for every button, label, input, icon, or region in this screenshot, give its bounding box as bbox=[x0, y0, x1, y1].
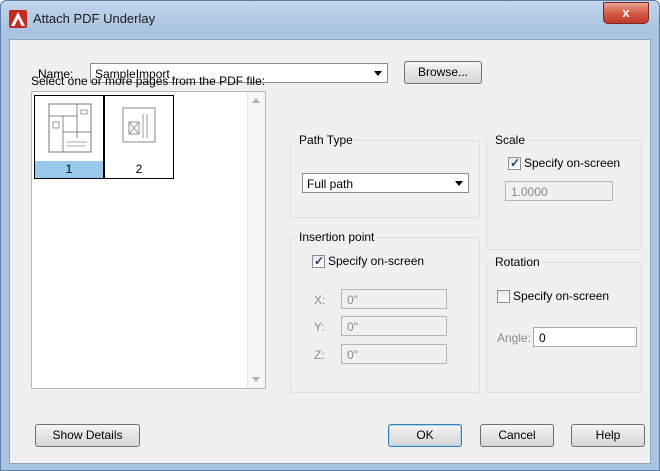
insertion-point-group: Insertion point ✓ Specify on-screen X: 0… bbox=[290, 230, 480, 393]
floorplan-thumbnail-icon bbox=[48, 103, 92, 153]
show-details-button[interactable]: Show Details bbox=[35, 424, 140, 447]
insertion-specify-label: Specify on-screen bbox=[328, 254, 425, 268]
angle-input[interactable]: 0 bbox=[533, 327, 637, 347]
page-thumbnail-1[interactable]: 1 bbox=[34, 95, 104, 179]
ok-button[interactable]: OK bbox=[388, 424, 462, 447]
page-list-scrollbar[interactable] bbox=[247, 92, 265, 388]
dialog-body: Name: SampleImport Browse... Select one … bbox=[9, 39, 651, 464]
path-type-value: Full path bbox=[307, 177, 354, 191]
scale-value: 1.0000 bbox=[511, 185, 548, 199]
dialog-window: Attach PDF Underlay x Name: SampleImport… bbox=[0, 0, 660, 471]
page-number: 2 bbox=[135, 162, 143, 176]
y-value: 0" bbox=[347, 320, 358, 334]
x-input[interactable]: 0" bbox=[341, 289, 447, 309]
path-type-dropdown[interactable]: Full path bbox=[302, 173, 469, 193]
scale-specify-label: Specify on-screen bbox=[524, 156, 621, 170]
insertion-point-title: Insertion point bbox=[297, 230, 377, 244]
close-button[interactable]: x bbox=[603, 2, 649, 24]
page-number: 1 bbox=[35, 161, 103, 178]
close-icon: x bbox=[622, 5, 630, 20]
angle-value: 0 bbox=[539, 331, 546, 345]
path-type-group: Path Type Full path bbox=[290, 133, 480, 218]
rotation-specify-checkbox[interactable] bbox=[497, 290, 510, 303]
angle-label: Angle: bbox=[497, 331, 532, 345]
pages-instruction: Select one or more pages from the PDF fi… bbox=[31, 74, 266, 88]
rotation-title: Rotation bbox=[493, 255, 542, 269]
x-value: 0" bbox=[347, 293, 358, 307]
z-value: 0" bbox=[347, 348, 358, 362]
z-label: Z: bbox=[314, 348, 325, 362]
x-label: X: bbox=[314, 293, 326, 307]
page-list[interactable]: 1 2 bbox=[31, 91, 266, 389]
title-bar[interactable]: Attach PDF Underlay x bbox=[1, 1, 659, 39]
rotation-group: Rotation Specify on-screen Angle: 0 bbox=[486, 255, 642, 393]
cancel-button[interactable]: Cancel bbox=[480, 424, 554, 447]
scale-specify-checkbox[interactable]: ✓ bbox=[508, 156, 521, 170]
page-thumbnail-2[interactable]: 2 bbox=[104, 95, 174, 179]
scale-group: Scale ✓ Specify on-screen 1.0000 bbox=[486, 133, 642, 250]
help-button[interactable]: Help bbox=[571, 424, 645, 447]
browse-button[interactable]: Browse... bbox=[404, 61, 482, 84]
scroll-up-icon[interactable] bbox=[252, 98, 260, 103]
z-input[interactable]: 0" bbox=[341, 344, 447, 364]
y-label: Y: bbox=[314, 320, 325, 334]
scale-input[interactable]: 1.0000 bbox=[505, 181, 613, 201]
chevron-down-icon bbox=[374, 71, 382, 76]
checkmark-icon: ✓ bbox=[510, 156, 521, 170]
scroll-down-icon[interactable] bbox=[252, 377, 260, 382]
scale-title: Scale bbox=[493, 133, 528, 147]
detail-thumbnail-icon bbox=[122, 107, 156, 143]
rotation-specify-label: Specify on-screen bbox=[513, 289, 610, 303]
insertion-specify-checkbox[interactable]: ✓ bbox=[312, 254, 325, 268]
autocad-icon bbox=[9, 10, 27, 28]
chevron-down-icon bbox=[455, 181, 463, 186]
checkmark-icon: ✓ bbox=[314, 254, 325, 268]
window-title: Attach PDF Underlay bbox=[33, 11, 156, 26]
y-input[interactable]: 0" bbox=[341, 316, 447, 336]
path-type-title: Path Type bbox=[297, 133, 355, 147]
